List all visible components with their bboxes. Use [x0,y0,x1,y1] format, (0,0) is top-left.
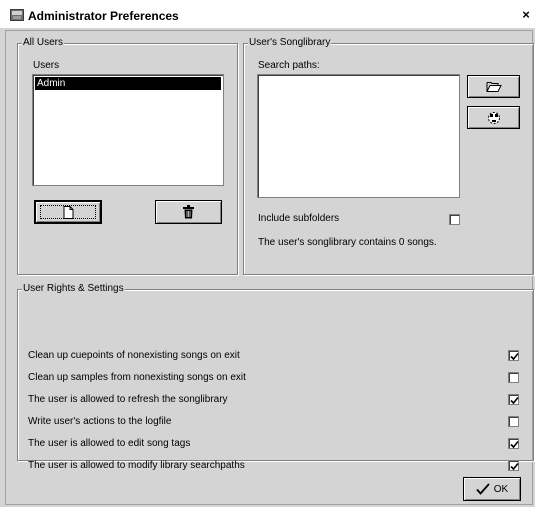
add-path-button[interactable] [467,75,520,98]
folder-open-icon [486,82,502,92]
setting-label: Clean up cuepoints of nonexisting songs … [28,350,240,361]
close-icon[interactable]: × [520,8,532,22]
setting-label: The user is allowed to refresh the songl… [28,394,228,405]
search-paths-label: Search paths: [258,60,320,71]
title-bar[interactable]: Administrator Preferences × [0,0,535,28]
setting-label: Clean up samples from nonexisting songs … [28,372,246,383]
all-users-group: All Users Users Admin [17,37,238,275]
all-users-group-label: All Users [22,37,65,49]
setting-label: The user is allowed to edit song tags [28,438,191,449]
check-mark-icon [510,462,519,471]
users-list-label: Users [33,60,60,71]
setting-checkbox[interactable] [508,438,519,449]
include-subfolders-checkbox[interactable] [449,214,460,225]
delete-user-button[interactable] [155,200,222,224]
setting-checkbox[interactable] [508,416,519,427]
songlibrary-group: User's Songlibrary Search paths: Include… [243,37,534,275]
user-rights-group-label: User Rights & Settings [22,283,125,295]
include-subfolders-label: Include subfolders [258,213,340,224]
songlibrary-status-text: The user's songlibrary contains 0 songs. [258,237,437,248]
setting-checkbox[interactable] [508,350,519,361]
setting-checkbox[interactable] [508,394,519,405]
users-listbox[interactable]: Admin [32,74,224,186]
user-name: Admin [37,78,66,89]
search-paths-listbox[interactable] [257,74,460,198]
setting-checkbox[interactable] [508,460,519,471]
check-mark-icon [510,352,519,361]
check-mark-icon [510,396,519,405]
setting-row: Clean up samples from nonexisting songs … [18,371,533,385]
check-mark-icon [510,440,519,449]
dialog-body: All Users Users Admin User's Songlibrary… [5,30,534,505]
trash-icon [183,205,194,219]
setting-row: The user is allowed to modify library se… [18,459,533,473]
checkmark-icon [476,483,490,495]
user-list-item[interactable]: Admin [35,77,221,90]
new-document-icon [63,205,73,219]
app-icon [10,9,24,21]
window-title: Administrator Preferences [28,9,179,23]
setting-row: The user is allowed to refresh the songl… [18,393,533,407]
setting-label: The user is allowed to modify library se… [28,460,245,471]
songlibrary-group-label: User's Songlibrary [248,37,332,49]
setting-row: Write user's actions to the logfile [18,415,533,429]
setting-checkbox[interactable] [508,372,519,383]
setting-label: Write user's actions to the logfile [28,416,172,427]
user-rights-group: User Rights & Settings Clean up cuepoint… [17,283,534,471]
setting-row: Clean up cuepoints of nonexisting songs … [18,349,533,363]
setting-row: The user is allowed to edit song tags [18,437,533,451]
ok-label: OK [493,483,509,495]
remove-path-icon [487,111,500,124]
new-user-button[interactable] [34,200,102,224]
ok-button[interactable]: OK [463,477,521,501]
remove-path-button[interactable] [467,106,520,129]
preferences-window: Administrator Preferences × All Users Us… [0,0,535,507]
